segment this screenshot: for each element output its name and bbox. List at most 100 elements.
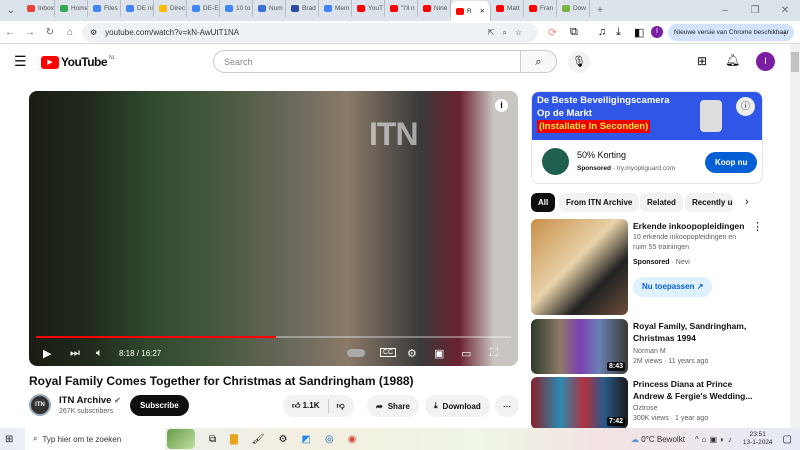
related-thumbnail[interactable]: 8:43 [531,319,628,374]
apply-button[interactable]: Nu toepassen ↗ [633,277,713,297]
more-options-icon[interactable]: ⋮ [752,220,763,233]
related-title[interactable]: Royal Family, Sandringham, Christmas 199… [633,320,753,344]
back-button[interactable]: ← [0,27,20,38]
autoplay-toggle[interactable] [347,349,365,357]
system-tray-icons[interactable]: ^⌂▣◐♪ [695,435,735,444]
related-title[interactable]: Princess Diana at Prince Andrew & Fergie… [633,378,753,402]
browser-tab[interactable]: Home [55,0,88,17]
menu-icon[interactable]: ☰ [14,53,27,70]
side-panel-icon[interactable]: ◧ [634,26,644,39]
share-button[interactable]: ➦ Share [367,395,419,417]
settings-gear-icon[interactable]: ⚙ [407,347,417,360]
forward-button[interactable]: → [20,27,40,38]
related-channel[interactable]: Oztrose [633,404,658,414]
volume-button[interactable]: 🔈︎ [96,347,103,360]
ad-card[interactable]: De Beste Beveiligingscamera Op de Markt … [531,91,763,184]
channel-name[interactable]: ITN Archive ✔ [59,395,121,406]
omnibox-actions-icon[interactable]: ⇱⌕☆ [488,28,530,38]
miniplayer-button[interactable]: ▣ [434,347,444,360]
extensions-puzzle-icon[interactable]: ⧉ [570,26,578,39]
browser-tab[interactable]: Mem [319,0,352,17]
browser-tab[interactable]: DE-El [187,0,220,17]
weather-widget[interactable]: ☁ 0°C Bewolkt [631,435,685,444]
extension-icon[interactable]: ⟳ [548,26,557,39]
sponsored-thumbnail[interactable] [531,219,628,315]
chrome-icon[interactable]: ◉ [348,434,357,445]
taskbar-search-input[interactable]: ⌕ Typ hier om te zoeken [25,428,165,450]
windows-start-icon[interactable]: ⊞ [5,434,21,445]
new-tab-button[interactable]: + [590,5,610,16]
settings-icon[interactable]: ⚙ [279,434,288,445]
address-bar[interactable]: ⚙ youtube.com/watch?v=kN-AwUtT1NA ⇱⌕☆ [82,23,538,42]
browser-tab[interactable]: Direc [154,0,187,17]
like-button[interactable]: 👍︎ 1.1K [292,401,320,411]
browser-tab[interactable]: Inbox [22,0,55,17]
close-tab-icon[interactable]: ✕ [480,7,485,15]
youtube-logo[interactable]: ▶ YouTube NL [41,55,115,69]
theater-mode-button[interactable]: ▭ [461,347,471,360]
paint-icon[interactable]: 🖌 [252,434,265,445]
more-actions-button[interactable]: ⋯ [495,395,519,417]
search-input[interactable]: Search [213,50,521,73]
dislike-button[interactable]: 👎︎ [337,401,345,411]
scrollbar-thumb[interactable] [791,52,799,72]
task-view-icon[interactable]: ⧉ [209,434,216,445]
related-thumbnail[interactable]: 7:42 [531,377,628,429]
home-button[interactable]: ⌂ [60,27,80,38]
related-channel[interactable]: Norman M [633,347,666,357]
browser-tab[interactable]: R ✕ [451,1,491,21]
app-icon[interactable]: ◩ [302,434,311,445]
browser-tab[interactable]: 10 to [220,0,253,17]
file-explorer-icon[interactable]: ▇ [230,434,238,445]
restore-button[interactable]: ❐ [740,5,770,16]
close-window-button[interactable]: ✕ [770,5,800,16]
minimize-button[interactable]: – [710,5,740,16]
channel-avatar[interactable]: ITN [29,394,51,416]
site-info-icon[interactable]: ⚙ [90,28,97,37]
sponsored-title[interactable]: Erkende inkoopopleidingen [633,220,753,232]
ad-info-icon[interactable]: ⓘ [736,97,755,116]
chip-from-channel[interactable]: From ITN Archive [559,193,640,212]
scrollbar[interactable] [790,44,800,428]
create-video-icon[interactable]: ⊞ [697,54,707,68]
browser-tab[interactable]: "I'll n [385,0,418,17]
ad-banner[interactable]: De Beste Beveiligingscamera Op de Markt … [532,92,762,140]
browser-tab[interactable]: Nine [418,0,451,17]
play-button[interactable]: ▶ [43,347,51,360]
browser-tab[interactable]: YouT [352,0,385,17]
chevron-right-icon[interactable]: › [745,196,749,208]
chrome-update-button[interactable]: Nieuwe versie van Chrome beschikbaar ⋮ [668,24,794,41]
browser-tab[interactable]: Fran [524,0,557,17]
browser-tab[interactable]: Files [88,0,121,17]
progress-bar[interactable] [36,336,511,338]
clock[interactable]: 23:51 13-1-2024 [743,431,773,447]
notifications-bell-icon[interactable]: 🔔︎ [725,53,740,67]
media-control-icon[interactable]: ♫ [598,26,606,38]
subscribe-button[interactable]: Subscribe [130,395,189,416]
chip-all[interactable]: All [531,193,556,212]
more-menu-icon[interactable]: ⋮ [782,29,789,37]
tab-search-button[interactable]: ⌄ [0,5,22,16]
chip-recently-uploaded[interactable]: Recently up [685,193,733,212]
download-button[interactable]: ⤓ Download [425,395,490,417]
next-button[interactable]: ⏭︎ [70,347,80,360]
captions-button[interactable]: CC [380,348,397,357]
browser-tab[interactable]: Num [253,0,286,17]
reload-button[interactable]: ↻ [40,27,60,38]
ad-cta-button[interactable]: Koop nu [705,152,758,173]
download-icon[interactable]: ⤓ [616,26,621,39]
info-icon[interactable]: i [495,99,508,112]
profile-avatar[interactable]: I [651,26,663,38]
voice-search-button[interactable]: 🎙 [568,51,590,73]
account-avatar[interactable]: I [756,52,775,71]
browser-tab[interactable]: Matt [491,0,524,17]
video-player[interactable]: ITN i ▶ ⏭︎ 🔈︎ 8:18 / 16:27 CC ⚙ ▣ ▭ ⛶ [29,91,518,366]
browser-tab[interactable]: DE ni [121,0,154,17]
notification-center-icon[interactable]: ▢ [783,434,792,445]
fullscreen-button[interactable]: ⛶ [490,347,498,360]
chip-related[interactable]: Related [640,193,683,212]
app-icon-2[interactable]: ◎ [325,434,334,445]
browser-tab[interactable]: Dow [557,0,590,17]
search-button[interactable]: ⌕ [521,50,557,73]
browser-tab[interactable]: Brad [286,0,319,17]
